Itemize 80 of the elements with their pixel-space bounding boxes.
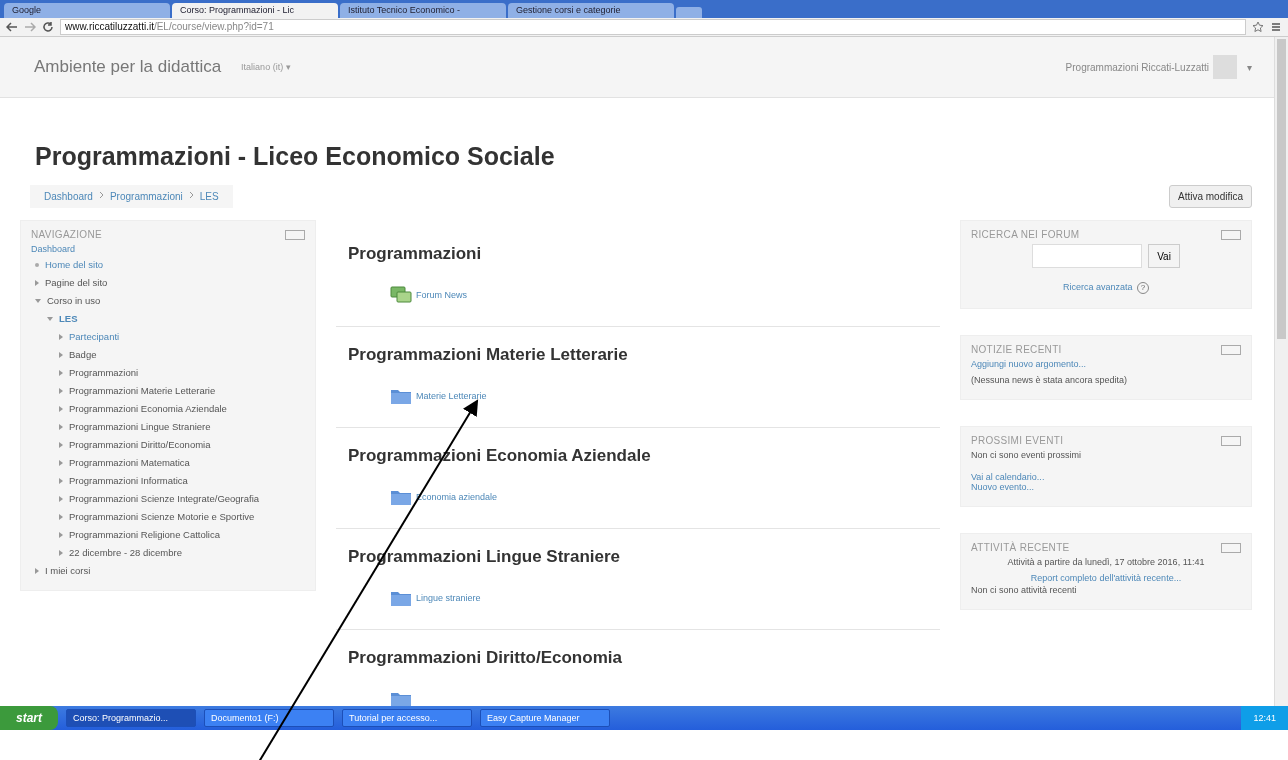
dock-icon[interactable] <box>1221 542 1241 553</box>
bullet-icon <box>35 263 39 267</box>
dock-icon[interactable] <box>1221 344 1241 355</box>
activity-report-link[interactable]: Report completo dell'attività recente... <box>1030 573 1182 583</box>
nav-item[interactable]: Programmazioni Matematica <box>69 457 190 469</box>
taskbar-button[interactable]: Easy Capture Manager <box>480 709 610 727</box>
event-link[interactable]: Vai al calendario... <box>971 472 1241 482</box>
nav-item[interactable]: I miei corsi <box>45 565 91 577</box>
edit-mode-button[interactable]: Attiva modifica <box>1168 185 1252 208</box>
folder-icon <box>390 488 412 506</box>
folder-icon <box>390 387 412 405</box>
user-name[interactable]: Programmazioni Riccati-Luzzatti <box>1065 61 1209 73</box>
activity-link[interactable]: Materie Letterarie <box>416 391 487 401</box>
activity-link[interactable]: Forum News <box>416 290 467 300</box>
nav-item[interactable]: Programmazioni Materie Letterarie <box>69 385 216 397</box>
nav-link[interactable]: Dashboard <box>31 244 305 254</box>
address-bar[interactable]: www.riccatiluzzatti.it/EL/course/view.php?id=71 <box>60 19 1246 35</box>
forward-arrow-icon[interactable] <box>24 22 36 32</box>
taskbar-button[interactable]: Corso: Programmazio... <box>66 709 196 727</box>
section-heading: Programmazioni <box>348 244 483 264</box>
nav-item[interactable]: Programmazioni Lingue Straniere <box>69 421 211 433</box>
nav-item[interactable]: Programmazioni Scienze Integrate/Geografia <box>69 493 260 505</box>
site-name[interactable]: Ambiente per la didattica <box>34 57 222 77</box>
nav-item[interactable]: Corso in uso <box>47 295 101 307</box>
block-title: NAVIGAZIONE <box>31 229 102 240</box>
new-tab-button[interactable] <box>676 7 702 18</box>
nav-item[interactable]: 22 dicembre - 28 dicembre <box>69 547 182 559</box>
nav-item[interactable]: Programmazioni Economia Aziendale <box>69 403 227 415</box>
dock-icon[interactable] <box>1221 229 1241 240</box>
events-note: Non ci sono eventi prossimi <box>971 450 1083 460</box>
activity-link[interactable]: Lingue straniere <box>416 593 481 603</box>
nav-item[interactable]: Pagine del sito <box>45 277 108 289</box>
breadcrumb-separator-icon <box>188 191 194 199</box>
nav-item[interactable]: Programmazioni Diritto/Economia <box>69 439 211 451</box>
page-title: Programmazioni - Liceo Economico Sociale <box>35 142 556 171</box>
block-title: ATTIVITÀ RECENTE <box>971 542 1070 553</box>
go-button[interactable]: Vai <box>1148 244 1180 268</box>
browser-tab[interactable]: Corso: Programmazioni - Lic <box>172 3 338 18</box>
menu-icon[interactable] <box>1270 21 1282 33</box>
nav-item[interactable]: Badge <box>69 349 97 361</box>
nav-item[interactable]: Programmazioni Scienze Motorie e Sportive <box>69 511 255 523</box>
section-heading: Programmazioni Materie Letterarie <box>348 345 629 365</box>
search-field[interactable] <box>1032 244 1143 268</box>
browser-tab[interactable]: Gestione corsi e categorie <box>508 3 674 18</box>
user-menu-caret[interactable]: ▾ <box>1247 61 1252 73</box>
nav-item[interactable]: LES <box>59 313 78 325</box>
browser-tab[interactable]: Istituto Tecnico Economico - <box>340 3 506 18</box>
breadcrumb-link[interactable]: LES <box>199 191 219 202</box>
browser-tab[interactable]: Google <box>4 3 170 18</box>
taskbar-button[interactable]: Tutorial per accesso... <box>342 709 472 727</box>
taskbar-button[interactable]: Documento1 (F:) <box>204 709 334 727</box>
block-title: RICERCA NEI FORUM <box>971 229 1080 240</box>
reload-icon[interactable] <box>42 21 54 33</box>
advanced-search-link[interactable]: Ricerca avanzata <box>1063 282 1133 292</box>
add-topic-link[interactable]: Aggiungi nuovo argomento... <box>971 359 1241 369</box>
clock: 12:41 <box>1241 706 1288 730</box>
dock-icon[interactable] <box>285 229 305 240</box>
folder-icon <box>390 589 412 607</box>
event-link[interactable]: Nuovo evento... <box>971 482 1241 492</box>
nav-item[interactable]: Programmazioni Informatica <box>69 475 188 487</box>
breadcrumb-link[interactable]: Dashboard <box>44 191 93 202</box>
back-arrow-icon[interactable] <box>6 22 18 32</box>
nav-item[interactable]: Programmazioni <box>69 367 139 379</box>
folder-icon <box>390 690 412 706</box>
start-button[interactable]: start <box>0 706 58 730</box>
activity-since: Attività a partire da lunedì, 17 ottobre 2016, 11:41 <box>1006 557 1206 567</box>
activity-note: Non ci sono attività recenti <box>971 585 1078 595</box>
scrollbar[interactable] <box>1274 37 1288 706</box>
nav-item[interactable]: Programmazioni Religione Cattolica <box>69 529 220 541</box>
news-note: (Nessuna news è stata ancora spedita) <box>971 375 1129 385</box>
nav-item[interactable]: Partecipanti <box>69 331 120 343</box>
nav-item[interactable]: Home del sito <box>45 259 104 271</box>
forum-icon <box>390 286 412 304</box>
dock-icon[interactable] <box>1221 435 1241 446</box>
block-title: PROSSIMI EVENTI <box>971 435 1064 446</box>
breadcrumb-link[interactable]: Programmazioni <box>109 191 183 202</box>
star-icon[interactable] <box>1252 21 1264 33</box>
section-heading: Programmazioni Diritto/Economia <box>348 648 623 668</box>
block-title: NOTIZIE RECENTI <box>971 344 1062 355</box>
breadcrumb-separator-icon <box>98 191 104 199</box>
